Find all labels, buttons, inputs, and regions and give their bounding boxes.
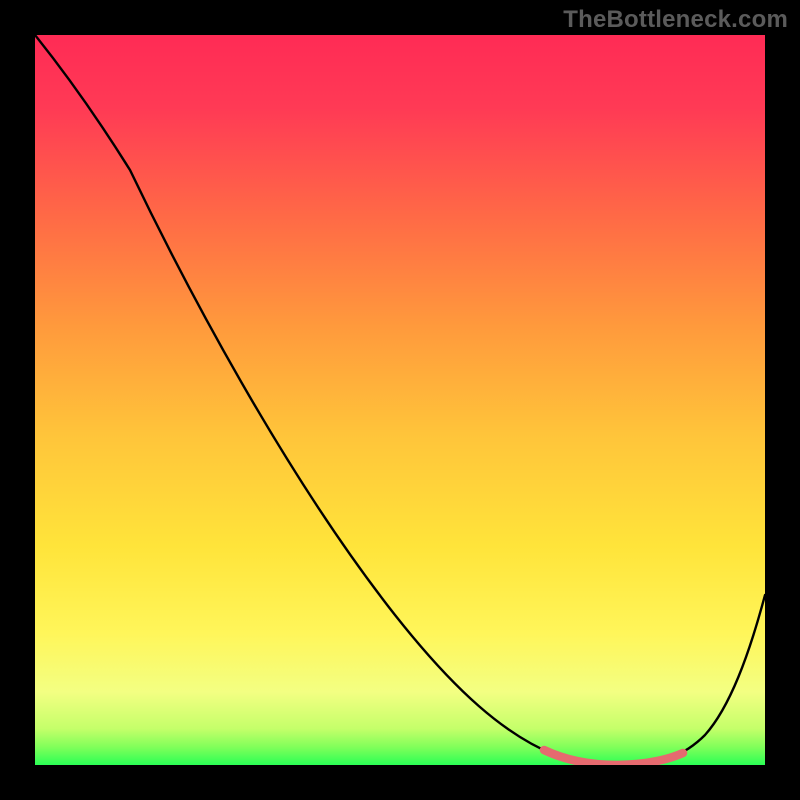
chart-frame: TheBottleneck.com bbox=[0, 0, 800, 800]
gradient-background bbox=[35, 35, 765, 765]
plot-area bbox=[35, 35, 765, 765]
chart-svg bbox=[35, 35, 765, 765]
watermark-label: TheBottleneck.com bbox=[563, 6, 788, 34]
